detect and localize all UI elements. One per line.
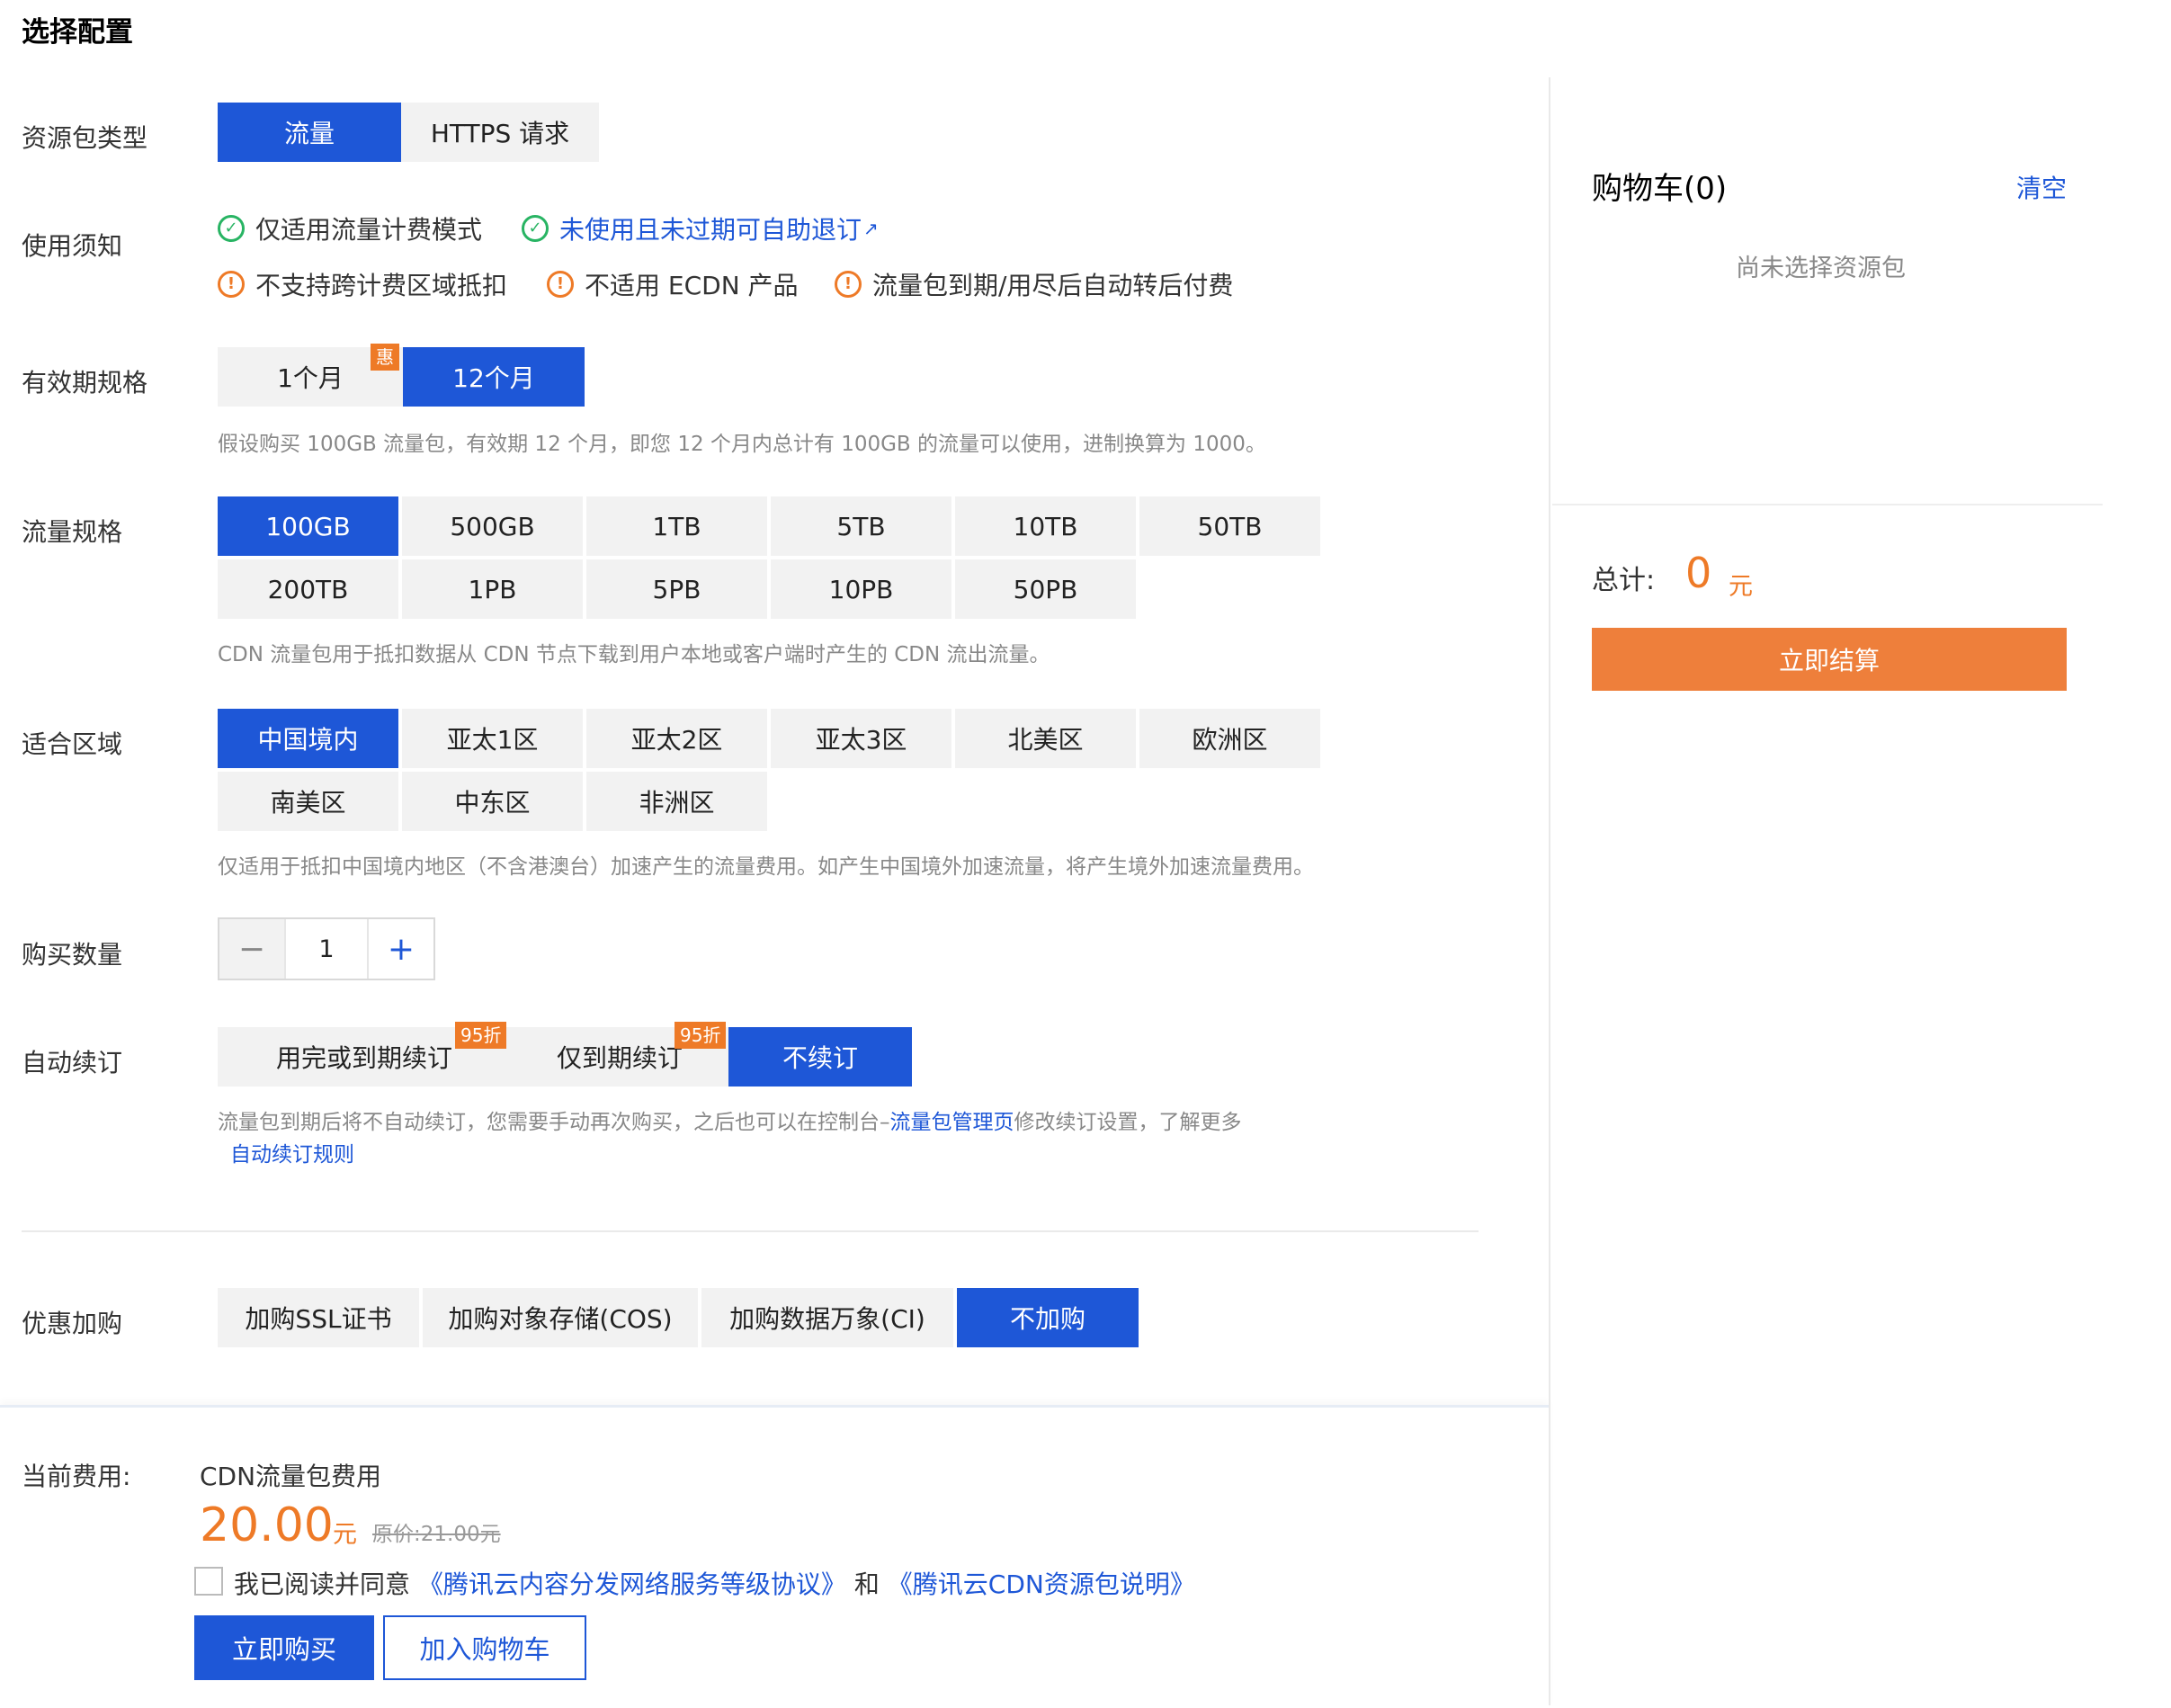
warning-circle-icon: ! — [835, 271, 862, 298]
renewal-hint: 流量包到期后将不自动续订，您需要手动再次购买，之后也可以在控制台–流量包管理页修… — [218, 1111, 1242, 1134]
cart-empty-text: 尚未选择资源包 — [1736, 255, 1906, 282]
traffic-option[interactable]: 500GB — [402, 496, 583, 556]
region-option[interactable]: 中国境内 — [218, 709, 398, 768]
addon-label: 优惠加购 — [22, 1309, 123, 1338]
traffic-option[interactable]: 5PB — [586, 559, 767, 619]
region-selector: 中国境内 亚太1区 亚太2区 亚太3区 北美区 欧洲区 南美区 中东区 非洲区 — [218, 709, 1320, 831]
clear-cart-link[interactable]: 清空 — [2016, 169, 2067, 205]
quantity-stepper: − 1 + — [218, 917, 435, 980]
traffic-package-management-link[interactable]: 流量包管理页 — [890, 1111, 1014, 1134]
warning-circle-icon: ! — [218, 271, 245, 298]
original-price: 原价:21.00元 — [372, 1523, 501, 1546]
traffic-option[interactable]: 100GB — [218, 496, 398, 556]
checkout-button[interactable]: 立即结算 — [1592, 628, 2067, 691]
panel-divider — [1549, 77, 1550, 1705]
region-option[interactable]: 亚太2区 — [586, 709, 767, 768]
traffic-option[interactable]: 1PB — [402, 559, 583, 619]
check-circle-icon: ✓ — [218, 215, 245, 242]
traffic-option[interactable]: 1TB — [586, 496, 767, 556]
cost-item: CDN流量包费用 — [200, 1462, 382, 1491]
traffic-selector: 100GB 500GB 1TB 5TB 10TB 50TB 200TB 1PB … — [218, 496, 1320, 619]
renewal-none[interactable]: 不续订 — [728, 1027, 912, 1087]
traffic-label: 流量规格 — [22, 517, 123, 547]
notice-item: ! 不适用 ECDN 产品 — [547, 266, 799, 302]
region-option[interactable]: 中东区 — [402, 772, 583, 831]
addon-none[interactable]: 不加购 — [957, 1288, 1139, 1347]
traffic-option[interactable]: 50TB — [1139, 496, 1320, 556]
package-type-label: 资源包类型 — [22, 123, 148, 153]
region-option[interactable]: 亚太3区 — [771, 709, 951, 768]
current-price: 20.00 — [200, 1498, 334, 1552]
validity-selector: 1个月 惠 12个月 — [218, 344, 585, 407]
check-circle-icon: ✓ — [522, 215, 549, 242]
package-type-https[interactable]: HTTPS 请求 — [401, 103, 599, 162]
region-hint: 仅适用于抵扣中国境内地区（不含港澳台）加速产生的流量费用。如产生中国境外加速流量… — [218, 855, 1314, 879]
cost-label: 当前费用: — [22, 1462, 131, 1491]
price-unit: 元 — [333, 1521, 357, 1549]
addon-ssl[interactable]: 加购SSL证书 — [218, 1288, 419, 1347]
traffic-option[interactable]: 5TB — [771, 496, 951, 556]
increment-button[interactable]: + — [367, 919, 433, 979]
addon-ci[interactable]: 加购数据万象(CI) — [701, 1288, 953, 1347]
traffic-option[interactable]: 10TB — [955, 496, 1136, 556]
warning-circle-icon: ! — [547, 271, 574, 298]
discount-badge: 95折 — [455, 1022, 507, 1049]
region-option[interactable]: 南美区 — [218, 772, 398, 831]
total-value: 0 — [1685, 549, 1712, 597]
cart-divider — [1552, 504, 2103, 505]
validity-12-months[interactable]: 12个月 — [403, 347, 585, 407]
notice-item: ! 流量包到期/用尽后自动转后付费 — [835, 266, 1233, 302]
notice-item: ✓ 仅适用流量计费模式 — [218, 210, 482, 246]
agreement-checkbox[interactable] — [194, 1567, 223, 1596]
renewal-on-expiry[interactable]: 仅到期续订 95折 — [511, 1022, 728, 1087]
buy-now-button[interactable]: 立即购买 — [194, 1615, 374, 1680]
validity-hint: 假设购买 100GB 流量包，有效期 12 个月，即您 12 个月内总计有 10… — [218, 433, 1266, 456]
auto-renewal-rules-link[interactable]: 自动续订规则 — [230, 1143, 354, 1167]
traffic-option[interactable]: 50PB — [955, 559, 1136, 619]
page-title: 选择配置 — [22, 16, 133, 49]
refund-link[interactable]: ✓ 未使用且未过期可自助退订 ↗ — [522, 210, 879, 246]
region-label: 适合区域 — [22, 729, 123, 759]
discount-badge: 95折 — [675, 1022, 727, 1049]
package-type-traffic[interactable]: 流量 — [218, 103, 401, 162]
decrement-button[interactable]: − — [219, 919, 284, 979]
sla-agreement-link[interactable]: 《腾讯云内容分发网络服务等级协议》 — [418, 1569, 846, 1599]
add-to-cart-button[interactable]: 加入购物车 — [383, 1615, 586, 1680]
notice-item: ! 不支持跨计费区域抵扣 — [218, 266, 507, 302]
external-link-icon: ↗ — [863, 218, 879, 239]
notice-label: 使用须知 — [22, 231, 123, 261]
validity-1-month[interactable]: 1个月 惠 — [218, 344, 403, 407]
package-type-selector: 流量 HTTPS 请求 — [218, 103, 599, 162]
renewal-label: 自动续订 — [22, 1048, 123, 1078]
traffic-option[interactable]: 10PB — [771, 559, 951, 619]
region-option[interactable]: 非洲区 — [586, 772, 767, 831]
region-option[interactable]: 北美区 — [955, 709, 1136, 768]
quantity-label: 购买数量 — [22, 940, 123, 970]
traffic-hint: CDN 流量包用于抵扣数据从 CDN 节点下载到用户本地或客户端时产生的 CDN… — [218, 643, 1050, 666]
quantity-input[interactable]: 1 — [284, 919, 367, 979]
agreement-text: 我已阅读并同意 《腾讯云内容分发网络服务等级协议》 和 《腾讯云CDN资源包说明… — [234, 1569, 1195, 1599]
addon-cos[interactable]: 加购对象存储(COS) — [423, 1288, 698, 1347]
renewal-on-use-or-expiry[interactable]: 用完或到期续订 95折 — [218, 1022, 511, 1087]
total-label: 总计: — [1592, 565, 1656, 596]
region-option[interactable]: 亚太1区 — [402, 709, 583, 768]
total-unit: 元 — [1729, 573, 1753, 601]
validity-label: 有效期规格 — [22, 368, 148, 398]
renewal-rules-hint: 自动续订规则 — [230, 1137, 354, 1167]
config-panel: 选择配置 资源包类型 流量 HTTPS 请求 使用须知 ✓ 仅适用流量计费模式 … — [0, 0, 1549, 1705]
cart-title: 购物车(0) — [1592, 171, 1728, 207]
addon-selector: 加购SSL证书 加购对象存储(COS) 加购数据万象(CI) 不加购 — [218, 1288, 1139, 1347]
discount-badge: 惠 — [371, 344, 399, 371]
renewal-selector: 用完或到期续订 95折 仅到期续订 95折 不续订 — [218, 1022, 912, 1087]
divider — [22, 1230, 1479, 1232]
region-option[interactable]: 欧洲区 — [1139, 709, 1320, 768]
resource-package-link[interactable]: 《腾讯云CDN资源包说明》 — [888, 1569, 1195, 1599]
traffic-option[interactable]: 200TB — [218, 559, 398, 619]
